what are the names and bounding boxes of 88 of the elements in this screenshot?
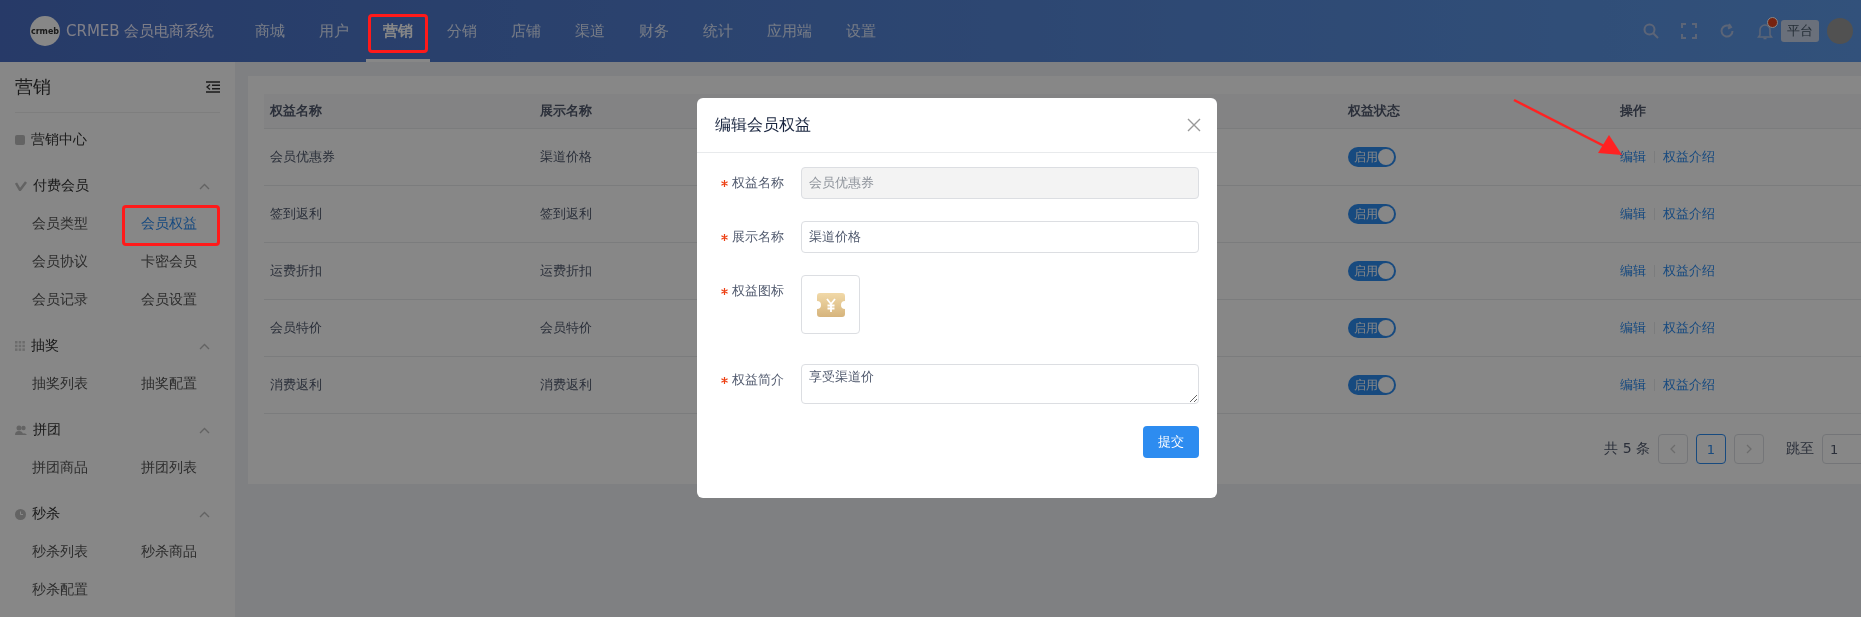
nav-tab[interactable]: 营销 xyxy=(366,0,431,62)
caret-up-icon[interactable] xyxy=(199,426,210,434)
submenu-item[interactable]: 会员类型 xyxy=(32,205,88,243)
submenu-item[interactable]: 抽奖列表 xyxy=(32,365,88,403)
nav-tab[interactable]: 设置 xyxy=(829,0,894,62)
nav-tab[interactable]: 统计 xyxy=(686,0,751,62)
intro-link[interactable]: 权益介绍 xyxy=(1663,262,1715,280)
people-icon xyxy=(15,425,27,435)
edit-link[interactable]: 编辑 xyxy=(1620,376,1646,394)
menu-group[interactable]: 秒杀 xyxy=(32,505,60,523)
edit-link[interactable]: 编辑 xyxy=(1620,262,1646,280)
nav-tab[interactable]: 商城 xyxy=(238,0,303,62)
nav-tab[interactable]: 财务 xyxy=(622,0,687,62)
submenu-item[interactable]: 秒杀列表 xyxy=(32,533,88,571)
table-cell: 消费返利 xyxy=(264,357,534,414)
submenu-item[interactable]: 会员协议 xyxy=(32,243,88,281)
search-icon[interactable] xyxy=(1643,23,1659,39)
submenu-item[interactable]: 秒杀商品 xyxy=(141,533,197,571)
column-header: 操作 xyxy=(1614,94,1861,129)
intro-link[interactable]: 权益介绍 xyxy=(1663,319,1715,337)
submenu-item[interactable]: 拼团商品 xyxy=(32,449,88,487)
text-field[interactable]: 渠道价格 xyxy=(801,221,1199,253)
table-cell: 签到返利 xyxy=(264,186,534,243)
grid-icon xyxy=(15,341,25,351)
chevron-left-icon xyxy=(1670,444,1676,454)
sidebar-title: 营销 xyxy=(15,75,51,99)
caret-up-icon[interactable] xyxy=(199,510,210,518)
caret-up-icon[interactable] xyxy=(199,342,210,350)
table-cell: 运费折扣 xyxy=(264,243,534,300)
column-header: 权益状态 xyxy=(1342,94,1614,129)
clock-icon xyxy=(15,508,26,520)
edit-link[interactable]: 编辑 xyxy=(1620,319,1646,337)
menu-group[interactable]: 抽奖 xyxy=(31,337,59,355)
status-toggle[interactable]: 启用 xyxy=(1348,204,1396,224)
submenu-item[interactable]: 秒杀配置 xyxy=(32,571,88,609)
field-label: 权益简介 xyxy=(732,371,784,389)
logo-icon: crmeb xyxy=(30,16,60,46)
collapse-menu-icon[interactable] xyxy=(206,81,220,93)
submit-button[interactable]: 提交 xyxy=(1143,426,1199,458)
nav-tab[interactable]: 店铺 xyxy=(494,0,559,62)
coupon-icon xyxy=(816,292,845,317)
submenu-item[interactable]: 会员设置 xyxy=(141,281,197,319)
menu-item[interactable]: 营销中心 xyxy=(31,131,87,149)
v-icon xyxy=(15,181,27,191)
jump-label: 跳至 xyxy=(1786,440,1814,458)
menu-group[interactable]: 拼团 xyxy=(33,421,61,439)
bell-icon[interactable] xyxy=(1757,22,1773,40)
close-icon[interactable] xyxy=(1187,118,1201,132)
status-toggle[interactable]: 启用 xyxy=(1348,261,1396,281)
field-label: 权益图标 xyxy=(732,282,784,300)
status-toggle[interactable]: 启用 xyxy=(1348,375,1396,395)
prev-page-button[interactable] xyxy=(1658,434,1688,464)
status-toggle[interactable]: 启用 xyxy=(1348,318,1396,338)
submenu-item[interactable]: 会员权益 xyxy=(141,205,197,243)
nav-tab[interactable]: 分销 xyxy=(430,0,495,62)
table-cell: 会员特价 xyxy=(264,300,534,357)
page-jump-field[interactable]: 1 xyxy=(1822,434,1861,464)
next-page-button[interactable] xyxy=(1734,434,1764,464)
edit-link[interactable]: 编辑 xyxy=(1620,148,1646,166)
app-title: CRMEB 会员电商系统 xyxy=(66,21,215,41)
status-toggle[interactable]: 启用 xyxy=(1348,147,1396,167)
refresh-icon[interactable] xyxy=(1719,23,1735,39)
fullscreen-icon[interactable] xyxy=(1681,23,1697,39)
platform-tag: 平台 xyxy=(1781,20,1819,42)
table-cell: 会员优惠券 xyxy=(264,129,534,186)
page-button[interactable]: 1 xyxy=(1696,434,1726,464)
field-label: 展示名称 xyxy=(732,228,784,246)
avatar[interactable] xyxy=(1827,18,1853,44)
nav-tab[interactable]: 渠道 xyxy=(558,0,623,62)
text-field: 会员优惠券 xyxy=(801,167,1199,199)
menu-group[interactable]: 付费会员 xyxy=(33,177,89,195)
description-field[interactable]: 享受渠道价 xyxy=(801,364,1199,404)
chevron-right-icon xyxy=(1746,444,1752,454)
intro-link[interactable]: 权益介绍 xyxy=(1663,376,1715,394)
total-count: 共 5 条 xyxy=(1604,440,1650,458)
nav-tab[interactable]: 用户 xyxy=(302,0,367,62)
caret-up-icon[interactable] xyxy=(199,182,210,190)
submenu-item[interactable]: 抽奖配置 xyxy=(141,365,197,403)
submenu-item[interactable]: 拼团列表 xyxy=(141,449,197,487)
square-icon xyxy=(15,135,25,145)
intro-link[interactable]: 权益介绍 xyxy=(1663,205,1715,223)
intro-link[interactable]: 权益介绍 xyxy=(1663,148,1715,166)
submenu-item[interactable]: 卡密会员 xyxy=(141,243,197,281)
column-header: 权益名称 xyxy=(264,94,534,129)
nav-tab[interactable]: 应用端 xyxy=(750,0,830,62)
image-upload-field[interactable] xyxy=(801,275,860,334)
edit-link[interactable]: 编辑 xyxy=(1620,205,1646,223)
submenu-item[interactable]: 会员记录 xyxy=(32,281,88,319)
